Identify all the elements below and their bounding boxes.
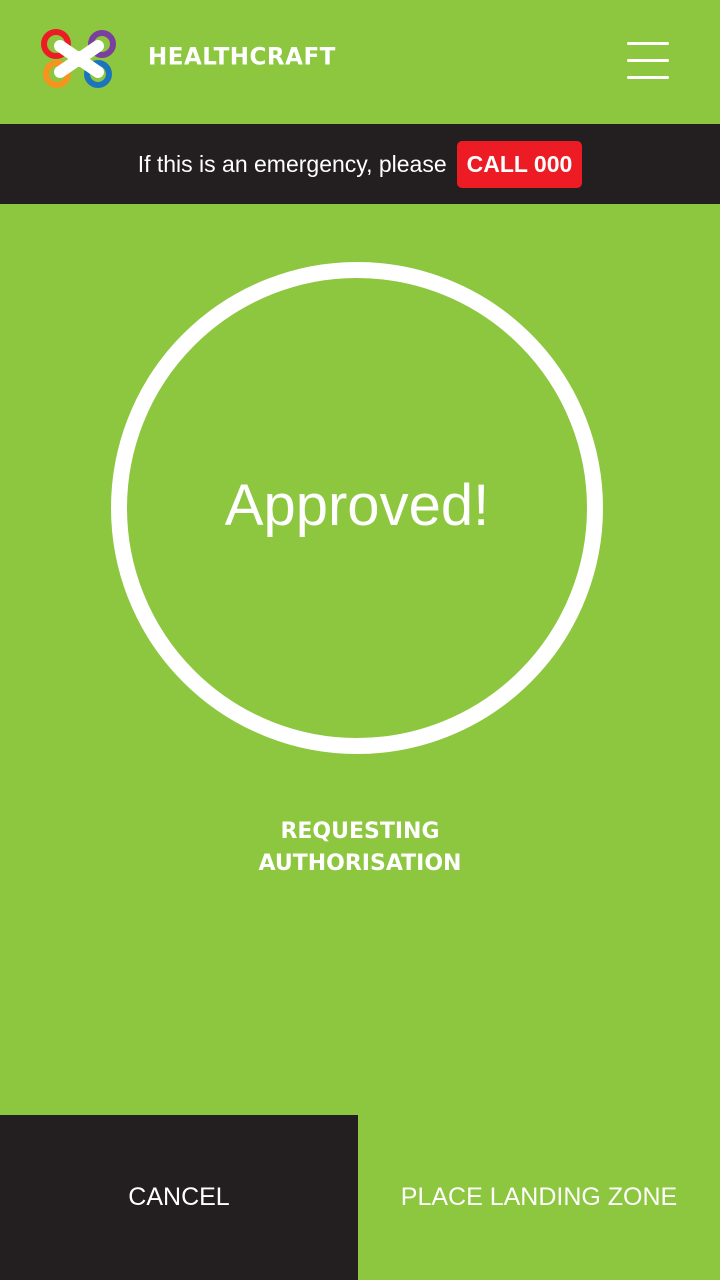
brand-name: HEALTHCRAFT [148, 43, 336, 71]
call-emergency-button[interactable]: CALL 000 [456, 140, 583, 188]
sub-status-text: REQUESTING AUTHORISATION [0, 816, 720, 880]
emergency-bar: If this is an emergency, please CALL 000 [0, 124, 720, 204]
emergency-text: If this is an emergency, please [137, 150, 447, 177]
status-main-text: Approved! [224, 472, 490, 538]
hamburger-menu-icon[interactable] [622, 38, 674, 84]
app-screen: HEALTHCRAFT If this is an emergency, ple… [0, 0, 720, 1280]
sub-status-line-1: REQUESTING [280, 819, 440, 844]
status-circle: Approved! [111, 262, 603, 754]
cancel-button[interactable]: CANCEL [0, 1115, 358, 1280]
bottom-actions: CANCEL PLACE LANDING ZONE [0, 1115, 720, 1280]
header: HEALTHCRAFT [0, 0, 720, 124]
sub-status-line-2: AUTHORISATION [258, 851, 462, 876]
place-landing-zone-button[interactable]: PLACE LANDING ZONE [358, 1115, 720, 1280]
healthcraft-logo-icon [38, 28, 120, 90]
